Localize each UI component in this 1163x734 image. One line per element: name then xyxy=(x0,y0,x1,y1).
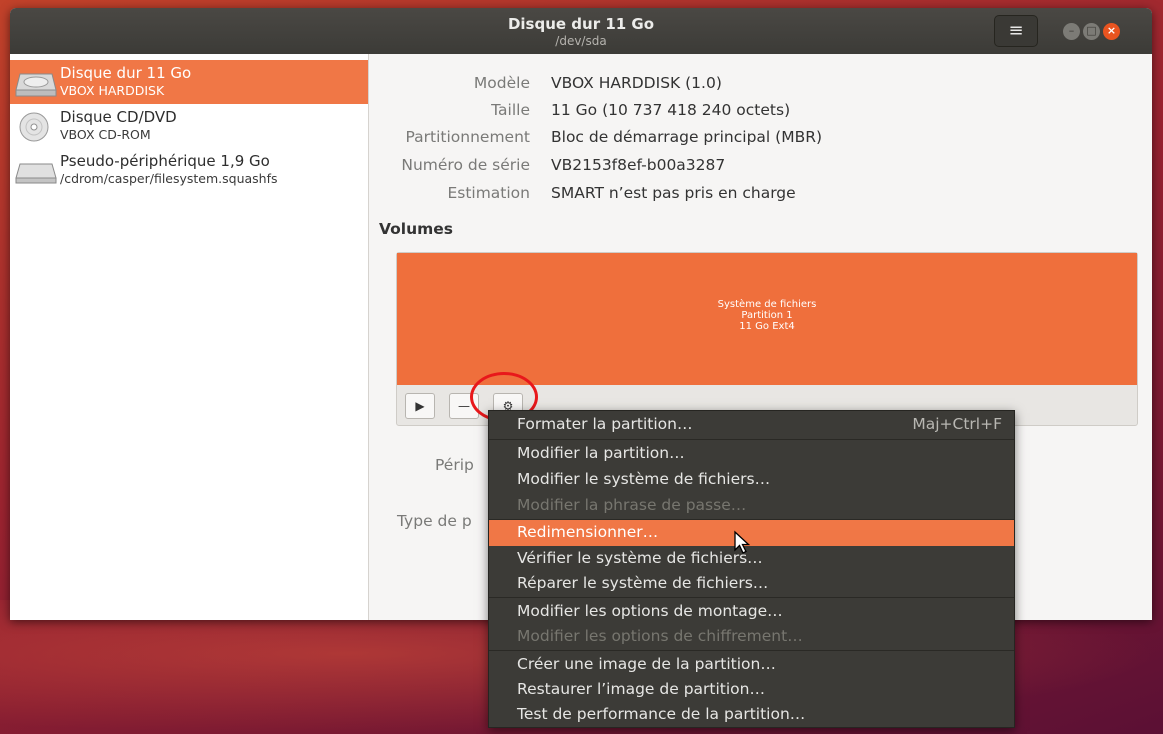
minimize-icon: – xyxy=(1068,24,1075,37)
size-label: Taille xyxy=(491,101,530,119)
window-title: Disque dur 11 Go xyxy=(507,15,655,33)
menu-item-label: Réparer le système de fichiers… xyxy=(517,574,769,592)
menu-item-label: Modifier les options de montage… xyxy=(517,602,783,620)
menu-item-label: Test de performance de la partition… xyxy=(517,705,806,723)
loop-device-icon xyxy=(15,163,57,184)
assessment-value: SMART n’est pas pris en charge xyxy=(551,184,796,202)
menu-item-mount-options[interactable]: Modifier les options de montage… xyxy=(489,599,1014,625)
partition-number: Partition 1 xyxy=(741,310,793,321)
menu-item-repair-filesystem[interactable]: Réparer le système de fichiers… xyxy=(489,571,1014,597)
mount-button[interactable]: ▶ xyxy=(405,393,435,419)
menu-item-format-partition[interactable]: Formater la partition… Maj+Ctrl+F xyxy=(489,412,1014,438)
partitioning-value: Bloc de démarrage principal (MBR) xyxy=(551,128,823,146)
menu-item-label: Formater la partition… xyxy=(517,415,693,433)
drive-name: Pseudo-périphérique 1,9 Go xyxy=(60,152,270,170)
drive-item-loop[interactable]: Pseudo-périphérique 1,9 Go /cdrom/casper… xyxy=(10,148,368,192)
menu-item-edit-filesystem[interactable]: Modifier le système de fichiers… xyxy=(489,467,1014,493)
window-subtitle: /dev/sda xyxy=(555,34,607,48)
title-bar[interactable]: Disque dur 11 Go /dev/sda ≡ – □ × xyxy=(10,8,1152,54)
drive-name: Disque CD/DVD xyxy=(60,108,177,126)
menu-item-change-passphrase: Modifier la phrase de passe… xyxy=(489,493,1014,519)
play-icon: ▶ xyxy=(415,399,425,413)
volumes-heading: Volumes xyxy=(379,220,454,238)
drive-item-harddisk[interactable]: Disque dur 11 Go VBOX HARDDISK xyxy=(10,60,368,104)
drive-list: Disque dur 11 Go VBOX HARDDISK Disque CD… xyxy=(10,54,369,620)
menu-item-label: Modifier le système de fichiers… xyxy=(517,470,771,488)
partitioning-label: Partitionnement xyxy=(405,128,531,146)
device-label: Périp xyxy=(435,456,474,474)
maximize-button[interactable]: □ xyxy=(1083,23,1100,40)
menu-item-label: Redimensionner… xyxy=(517,523,659,541)
menu-item-edit-partition[interactable]: Modifier la partition… xyxy=(489,441,1014,467)
menu-item-shortcut: Maj+Ctrl+F xyxy=(912,415,1002,433)
model-value: VBOX HARDDISK (1.0) xyxy=(551,74,722,92)
menu-item-label: Restaurer l’image de partition… xyxy=(517,680,765,698)
assessment-label: Estimation xyxy=(447,184,530,202)
partition-context-menu: Formater la partition… Maj+Ctrl+F Modifi… xyxy=(488,410,1015,728)
drive-subtitle: /cdrom/casper/filesystem.squashfs xyxy=(60,171,278,186)
app-menu-button[interactable]: ≡ xyxy=(994,15,1038,47)
minimize-button[interactable]: – xyxy=(1063,23,1080,40)
menu-item-create-image[interactable]: Créer une image de la partition… xyxy=(489,652,1014,678)
optical-disc-icon xyxy=(19,112,49,142)
menu-separator xyxy=(489,597,1014,598)
menu-item-label: Modifier les options de chiffrement… xyxy=(517,627,803,645)
close-button[interactable]: × xyxy=(1103,23,1120,40)
menu-item-label: Modifier la phrase de passe… xyxy=(517,496,747,514)
model-label: Modèle xyxy=(473,74,530,92)
close-icon: × xyxy=(1106,24,1117,37)
size-value: 11 Go (10 737 418 240 octets) xyxy=(551,101,791,119)
harddisk-icon xyxy=(15,73,57,97)
menu-separator xyxy=(489,650,1014,651)
drive-item-cdrom[interactable]: Disque CD/DVD VBOX CD-ROM xyxy=(10,104,368,148)
menu-separator xyxy=(489,439,1014,440)
menu-item-encryption-options: Modifier les options de chiffrement… xyxy=(489,624,1014,650)
minus-icon: — xyxy=(458,399,470,413)
menu-item-benchmark[interactable]: Test de performance de la partition… xyxy=(489,702,1014,728)
partition-type-label: Type de p xyxy=(397,512,472,530)
maximize-icon: □ xyxy=(1086,24,1097,37)
menu-item-restore-image[interactable]: Restaurer l’image de partition… xyxy=(489,677,1014,703)
drive-name: Disque dur 11 Go xyxy=(60,64,192,82)
drive-subtitle: VBOX HARDDISK xyxy=(60,83,165,98)
serial-value: VB2153f8ef-b00a3287 xyxy=(551,156,726,174)
mouse-pointer-icon xyxy=(734,530,751,554)
serial-label: Numéro de série xyxy=(401,156,530,174)
menu-item-label: Modifier la partition… xyxy=(517,444,685,462)
partition-size: 11 Go Ext4 xyxy=(739,321,795,332)
hamburger-icon: ≡ xyxy=(1008,20,1024,41)
partition-type: Système de fichiers xyxy=(717,299,817,310)
menu-item-label: Vérifier le système de fichiers… xyxy=(517,549,763,567)
menu-item-label: Créer une image de la partition… xyxy=(517,655,776,673)
drive-subtitle: VBOX CD-ROM xyxy=(60,127,151,142)
partition-block[interactable]: Système de fichiers Partition 1 11 Go Ex… xyxy=(397,253,1137,385)
